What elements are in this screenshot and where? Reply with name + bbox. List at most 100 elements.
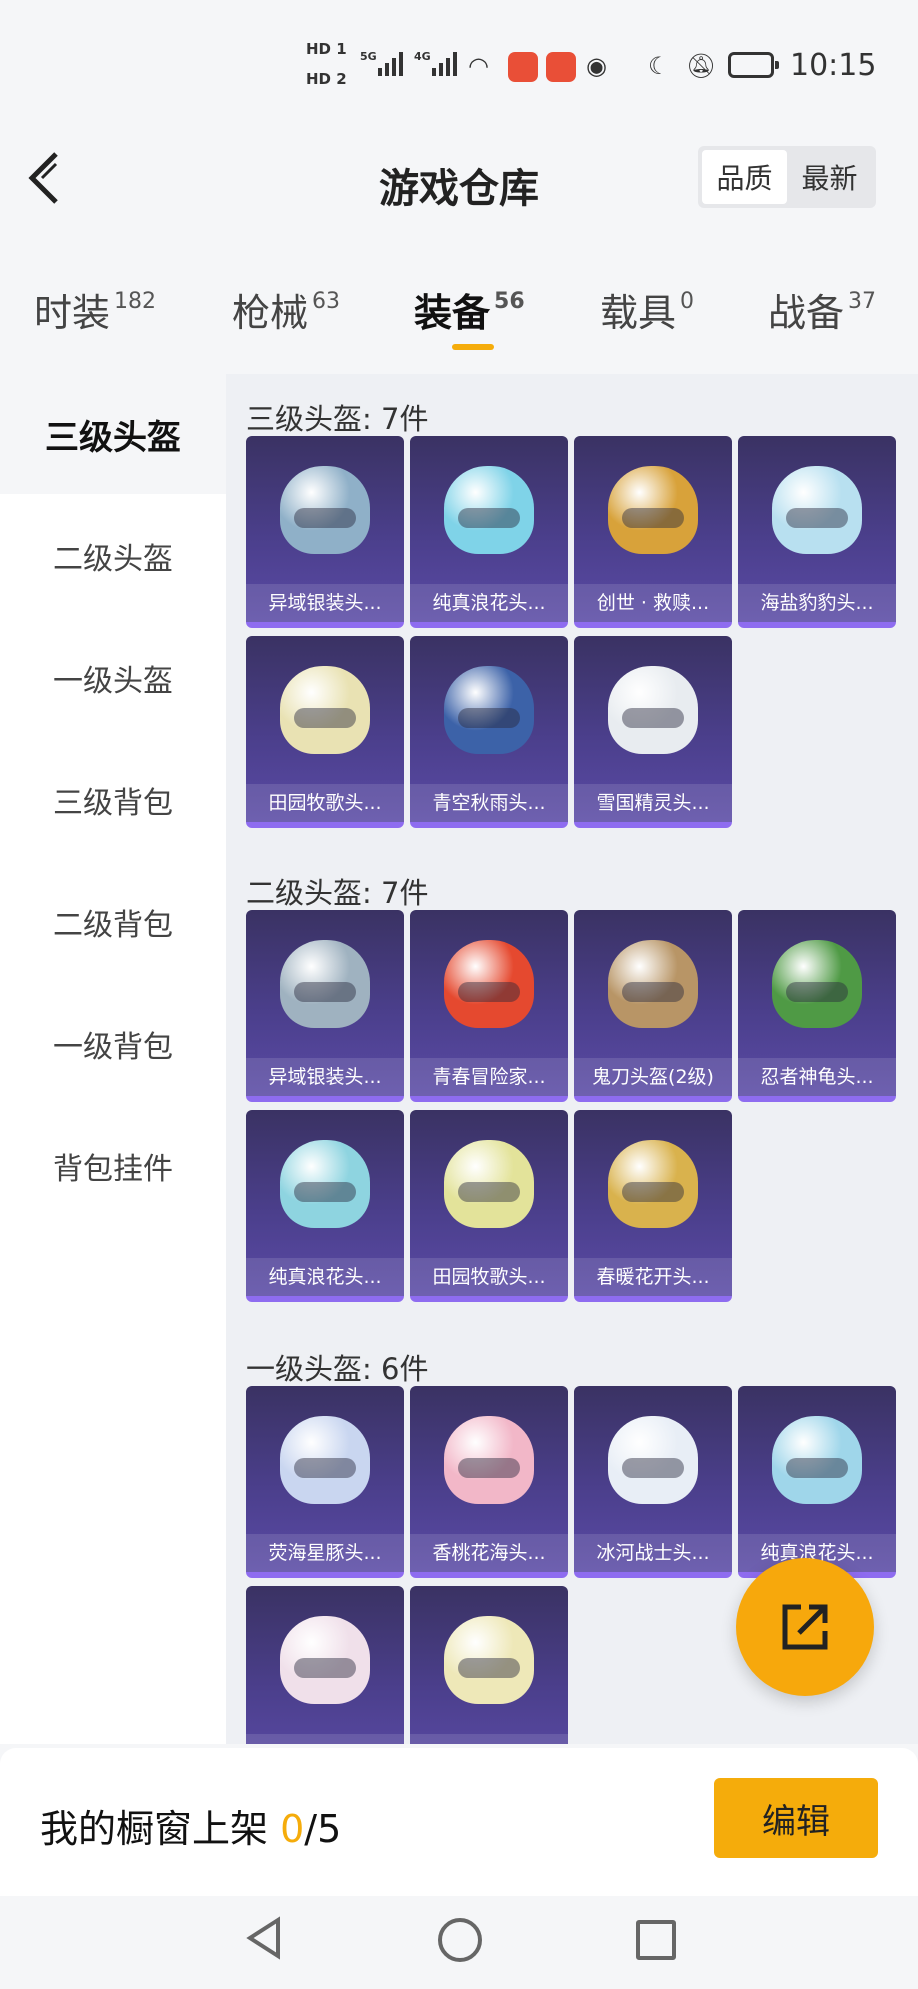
- bottom-bar: 我的橱窗上架 0/5 编辑: [0, 1748, 918, 1896]
- item-card[interactable]: 异域银装头...: [246, 436, 404, 628]
- item-card[interactable]: 海盐豹豹头...: [738, 436, 896, 628]
- item-card[interactable]: 异域银装头...: [246, 910, 404, 1102]
- nav-back-icon[interactable]: [246, 1916, 282, 1960]
- sort-newest[interactable]: 最新: [787, 150, 872, 204]
- active-tab-indicator: [452, 344, 494, 350]
- item-card[interactable]: 忍者神龟头...: [738, 910, 896, 1102]
- section-title: 三级头盔: 7件: [246, 402, 429, 436]
- sim1-indicator: HD 1: [306, 40, 347, 58]
- network-type-2: 4G: [414, 50, 431, 63]
- tab-vehicles[interactable]: 载具 0: [600, 282, 694, 337]
- item-name: [410, 1734, 568, 1744]
- helmet-icon: [280, 940, 370, 1028]
- item-name: 创世 · 救赎...: [574, 584, 732, 622]
- item-name: 青空秋雨头...: [410, 784, 568, 822]
- sidebar: 三级头盔 二级头盔 一级头盔 三级背包 二级背包 一级背包 背包挂件: [0, 374, 226, 1744]
- helmet-icon: [444, 666, 534, 754]
- item-name: [246, 1734, 404, 1744]
- item-name: 海盐豹豹头...: [738, 584, 896, 622]
- clock: 10:15: [790, 48, 877, 83]
- item-card[interactable]: 春暖花开头...: [574, 1110, 732, 1302]
- section-title: 二级头盔: 7件: [246, 876, 429, 910]
- item-card[interactable]: 冰河战士头...: [574, 1386, 732, 1578]
- item-name: 田园牧歌头...: [410, 1258, 568, 1296]
- item-card[interactable]: 青空秋雨头...: [410, 636, 568, 828]
- item-card[interactable]: 雪国精灵头...: [574, 636, 732, 828]
- item-name: 鬼刀头盔(2级): [574, 1058, 732, 1096]
- helmet-icon: [280, 1140, 370, 1228]
- helmet-icon: [772, 1416, 862, 1504]
- item-card[interactable]: 荧海星豚头...: [246, 1386, 404, 1578]
- sidebar-item-level1-backpack[interactable]: 一级背包: [0, 984, 226, 1104]
- huawei-app-icon-2: [546, 52, 576, 82]
- external-link-icon: [782, 1604, 828, 1650]
- sidebar-item-level1-helmet[interactable]: 一级头盔: [0, 618, 226, 738]
- battery-icon: [728, 52, 779, 78]
- helmet-icon: [608, 1416, 698, 1504]
- category-tabs: 时装 182 枪械 63 装备 56 载具 0 战备 37: [0, 270, 918, 370]
- sort-quality[interactable]: 品质: [702, 150, 787, 204]
- item-card[interactable]: 创世 · 救赎...: [574, 436, 732, 628]
- item-name: 异域银装头...: [246, 584, 404, 622]
- wechat-icon: ◉: [586, 52, 607, 80]
- item-card[interactable]: 青春冒险家...: [410, 910, 568, 1102]
- item-card[interactable]: 田园牧歌头...: [410, 1110, 568, 1302]
- helmet-icon: [444, 466, 534, 554]
- helmet-icon: [772, 940, 862, 1028]
- status-bar: HD 1 HD 2 5G 4G ◠ ◉ ☾ 🔕︎ 10:15: [0, 0, 918, 130]
- sidebar-item-level2-helmet[interactable]: 二级头盔: [0, 496, 226, 616]
- helmet-icon: [280, 1416, 370, 1504]
- helmet-icon: [280, 1616, 370, 1704]
- sidebar-item-backpack-charm[interactable]: 背包挂件: [0, 1106, 226, 1226]
- edit-button[interactable]: 编辑: [714, 1778, 878, 1858]
- item-card[interactable]: 纯真浪花头...: [738, 1386, 896, 1578]
- item-card[interactable]: 鬼刀头盔(2级): [574, 910, 732, 1102]
- item-card[interactable]: 纯真浪花头...: [410, 436, 568, 628]
- nav-home-icon[interactable]: [438, 1918, 482, 1962]
- item-name: 纯真浪花头...: [246, 1258, 404, 1296]
- item-name: 雪国精灵头...: [574, 784, 732, 822]
- tab-guns[interactable]: 枪械 63: [232, 282, 340, 337]
- helmet-icon: [608, 666, 698, 754]
- sidebar-item-level2-backpack[interactable]: 二级背包: [0, 862, 226, 982]
- mute-bell-icon: 🔕︎: [686, 52, 717, 80]
- helmet-icon: [608, 466, 698, 554]
- helmet-icon: [444, 1140, 534, 1228]
- item-name: 田园牧歌头...: [246, 784, 404, 822]
- moon-icon: ☾: [648, 52, 670, 80]
- system-nav-bar: [0, 1896, 918, 1989]
- item-name: 荧海星豚头...: [246, 1534, 404, 1572]
- helmet-icon: [608, 940, 698, 1028]
- showcase-status: 我的橱窗上架 0/5: [40, 1807, 342, 1851]
- signal-icon: [378, 50, 403, 76]
- helmet-icon: [444, 940, 534, 1028]
- item-name: 香桃花海头...: [410, 1534, 568, 1572]
- wifi-icon: ◠: [468, 52, 489, 80]
- item-card[interactable]: [246, 1586, 404, 1744]
- item-card[interactable]: 香桃花海头...: [410, 1386, 568, 1578]
- huawei-app-icon: [508, 52, 538, 82]
- share-button[interactable]: [736, 1558, 874, 1696]
- item-name: 异域银装头...: [246, 1058, 404, 1096]
- tab-equipment[interactable]: 装备 56: [414, 282, 525, 337]
- item-card[interactable]: 纯真浪花头...: [246, 1110, 404, 1302]
- sidebar-item-level3-helmet[interactable]: 三级头盔: [0, 374, 226, 494]
- helmet-icon: [608, 1140, 698, 1228]
- section-title: 一级头盔: 6件: [246, 1352, 429, 1386]
- tab-fashion[interactable]: 时装 182: [34, 282, 156, 337]
- item-grid: 三级头盔: 7件 二级头盔: 7件 一级头盔: 6件 异域银装头... 纯真浪花头…: [226, 374, 918, 1744]
- sort-segmented-control: 品质 最新: [698, 146, 876, 208]
- item-name: 春暖花开头...: [574, 1258, 732, 1296]
- sidebar-item-level3-backpack[interactable]: 三级背包: [0, 740, 226, 860]
- tab-supplies[interactable]: 战备 37: [768, 282, 876, 337]
- header: 游戏仓库 品质 最新: [0, 130, 918, 240]
- item-card[interactable]: [410, 1586, 568, 1744]
- helmet-icon: [280, 466, 370, 554]
- sim2-indicator: HD 2: [306, 70, 347, 88]
- network-type-1: 5G: [360, 50, 377, 63]
- item-card[interactable]: 田园牧歌头...: [246, 636, 404, 828]
- helmet-icon: [280, 666, 370, 754]
- nav-recent-icon[interactable]: [636, 1920, 676, 1960]
- item-name: 青春冒险家...: [410, 1058, 568, 1096]
- item-name: 忍者神龟头...: [738, 1058, 896, 1096]
